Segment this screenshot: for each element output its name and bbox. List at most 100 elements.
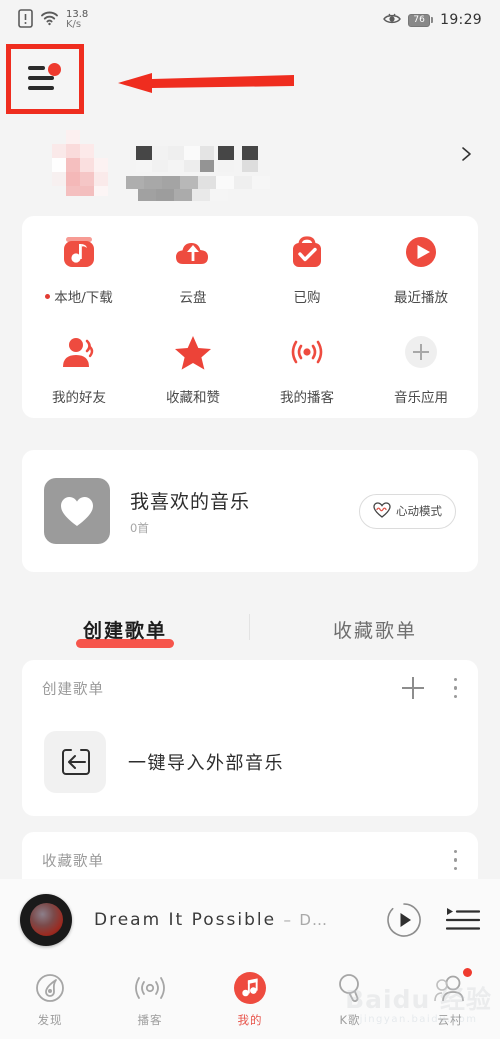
user-profile-row[interactable] xyxy=(0,118,500,204)
quick-item-label: 云盘 xyxy=(180,286,207,306)
nav-item-karaoke[interactable]: K歌 xyxy=(300,960,400,1039)
quick-item-cloud-disk[interactable]: 云盘 xyxy=(136,230,250,306)
cloud-village-icon xyxy=(433,971,467,1005)
tab-collected-label: 收藏歌单 xyxy=(332,619,417,642)
quick-item-favorites-likes[interactable]: 收藏和赞 xyxy=(136,330,250,406)
created-section-title: 创建歌单 xyxy=(42,681,104,698)
battery-level: 76 xyxy=(408,13,431,27)
collected-section-actions xyxy=(454,850,458,870)
nav-item-cloud-village[interactable]: 云村 xyxy=(400,960,500,1039)
created-section-header: 创建歌单 xyxy=(22,660,478,716)
quick-item-label: 收藏和赞 xyxy=(166,386,220,406)
music-apps-label: 音乐应用 xyxy=(394,390,448,406)
quick-item-my-friends[interactable]: 我的好友 xyxy=(22,330,136,406)
recent-play-label: 最近播放 xyxy=(394,290,448,306)
quick-item-label: 最近播放 xyxy=(394,286,448,306)
quick-item-label: 我的播客 xyxy=(280,386,334,406)
nav-label: 云村 xyxy=(437,1013,463,1027)
cloud-village-badge xyxy=(463,968,472,977)
my-friends-icon xyxy=(57,330,101,374)
nav-item-mine[interactable]: 我的 xyxy=(200,960,300,1039)
add-music-app-icon xyxy=(399,330,443,374)
favorites-likes-label: 收藏和赞 xyxy=(166,390,220,406)
created-playlist-card: 创建歌单 一键导入外部音乐 xyxy=(22,660,478,816)
discover-icon xyxy=(33,971,67,1005)
quick-item-recent-play[interactable]: 最近播放 xyxy=(364,230,478,306)
favorite-cover xyxy=(44,478,110,544)
purchased-label: 已购 xyxy=(293,290,321,306)
album-art xyxy=(29,903,63,936)
wifi-icon xyxy=(40,10,59,30)
network-speed: 13.8 K/s xyxy=(66,10,88,30)
quick-grid-row-1: 本地/下载 云盘 已购 最近播放 xyxy=(22,230,478,306)
favorite-title: 我喜欢的音乐 xyxy=(130,490,251,513)
quick-item-music-apps[interactable]: 音乐应用 xyxy=(364,330,478,406)
status-bar: 13.8 K/s 76 19:29 xyxy=(0,0,500,40)
my-podcast-label: 我的播客 xyxy=(280,390,334,406)
nav-label: 发现 xyxy=(37,1013,63,1027)
play-icon[interactable] xyxy=(386,902,422,938)
quick-item-label: 我的好友 xyxy=(52,386,106,406)
hamburger-menu-icon[interactable] xyxy=(28,63,70,94)
playlist-tabs: 创建歌单 收藏歌单 xyxy=(0,600,500,658)
tab-created-playlists[interactable]: 创建歌单 xyxy=(0,600,250,658)
local-download-badge-dot xyxy=(45,293,51,299)
chevron-right-icon[interactable] xyxy=(458,146,474,162)
album-disc-icon[interactable] xyxy=(20,893,72,946)
quick-access-grid: 本地/下载 云盘 已购 最近播放 我的好友 收藏和赞 我的播客 音乐应用 xyxy=(22,216,478,418)
hamburger-menu-button[interactable] xyxy=(6,44,84,114)
heartbeat-mode-button[interactable]: 心动模式 xyxy=(359,493,456,529)
more-vertical-icon[interactable] xyxy=(454,850,458,870)
import-music-row[interactable]: 一键导入外部音乐 xyxy=(22,716,478,808)
plus-icon[interactable] xyxy=(402,677,424,699)
tab-collected-playlists[interactable]: 收藏歌单 xyxy=(250,600,500,658)
now-playing-title: Dream It Possible xyxy=(94,909,277,930)
nav-label: 播客 xyxy=(137,1013,163,1027)
quick-item-my-podcast[interactable]: 我的播客 xyxy=(250,330,364,406)
quick-item-purchased[interactable]: 已购 xyxy=(250,230,364,306)
quick-item-label: 音乐应用 xyxy=(394,386,448,406)
star-favorites-icon xyxy=(171,330,215,374)
heartbeat-icon xyxy=(373,501,391,521)
nav-item-discover[interactable]: 发现 xyxy=(0,960,100,1039)
app-screen: 13.8 K/s 76 19:29 本地/下载 云盘 已购 最近播放 我的好友 … xyxy=(0,0,500,1039)
favorite-count: 0首 xyxy=(130,520,149,535)
status-bar-right: 76 19:29 xyxy=(383,11,482,30)
nav-item-podcast[interactable]: 播客 xyxy=(100,960,200,1039)
hamburger-line-2 xyxy=(28,76,54,80)
import-music-label: 一键导入外部音乐 xyxy=(128,753,284,774)
more-vertical-icon[interactable] xyxy=(454,678,458,698)
battery-indicator: 76 xyxy=(408,13,434,27)
tab-created-label: 创建歌单 xyxy=(82,619,167,642)
sim-card-icon xyxy=(18,8,33,32)
bottom-navigation: 发现 播客 我的 K歌 云村 xyxy=(0,960,500,1039)
battery-tip xyxy=(431,17,434,23)
status-bar-clock: 19:29 xyxy=(440,12,482,28)
quick-grid-row-2: 我的好友 收藏和赞 我的播客 音乐应用 xyxy=(22,330,478,406)
created-section-actions xyxy=(402,677,458,699)
nav-label: K歌 xyxy=(339,1013,361,1027)
playlist-icon[interactable] xyxy=(445,907,481,933)
now-playing-separator: – xyxy=(283,910,292,929)
podcast-icon xyxy=(285,330,329,374)
karaoke-icon xyxy=(333,971,367,1005)
hamburger-line-1 xyxy=(28,66,45,70)
recent-play-icon xyxy=(399,230,443,274)
quick-item-local-download[interactable]: 本地/下载 xyxy=(22,230,136,306)
profile-blurred-content xyxy=(52,130,270,201)
collected-section-title: 收藏歌单 xyxy=(42,853,104,870)
eye-care-icon xyxy=(383,11,402,30)
annotation-arrow xyxy=(118,72,294,94)
favorite-text-block: 我喜欢的音乐 0首 xyxy=(130,487,250,536)
favorite-music-card[interactable]: 我喜欢的音乐 0首 心动模式 xyxy=(22,450,478,572)
now-playing-artist: D… xyxy=(299,910,328,929)
cloud-disk-icon xyxy=(171,230,215,274)
my-friends-label: 我的好友 xyxy=(52,390,106,406)
heartbeat-mode-label: 心动模式 xyxy=(396,504,442,518)
mini-player: Dream It Possible – D… xyxy=(0,879,500,960)
local-download-label: 本地/下载 xyxy=(54,290,113,306)
now-playing-text[interactable]: Dream It Possible – D… xyxy=(94,910,328,930)
import-arrow-icon xyxy=(44,731,106,793)
hamburger-line-3 xyxy=(28,86,54,90)
cloud-disk-label: 云盘 xyxy=(179,290,207,306)
